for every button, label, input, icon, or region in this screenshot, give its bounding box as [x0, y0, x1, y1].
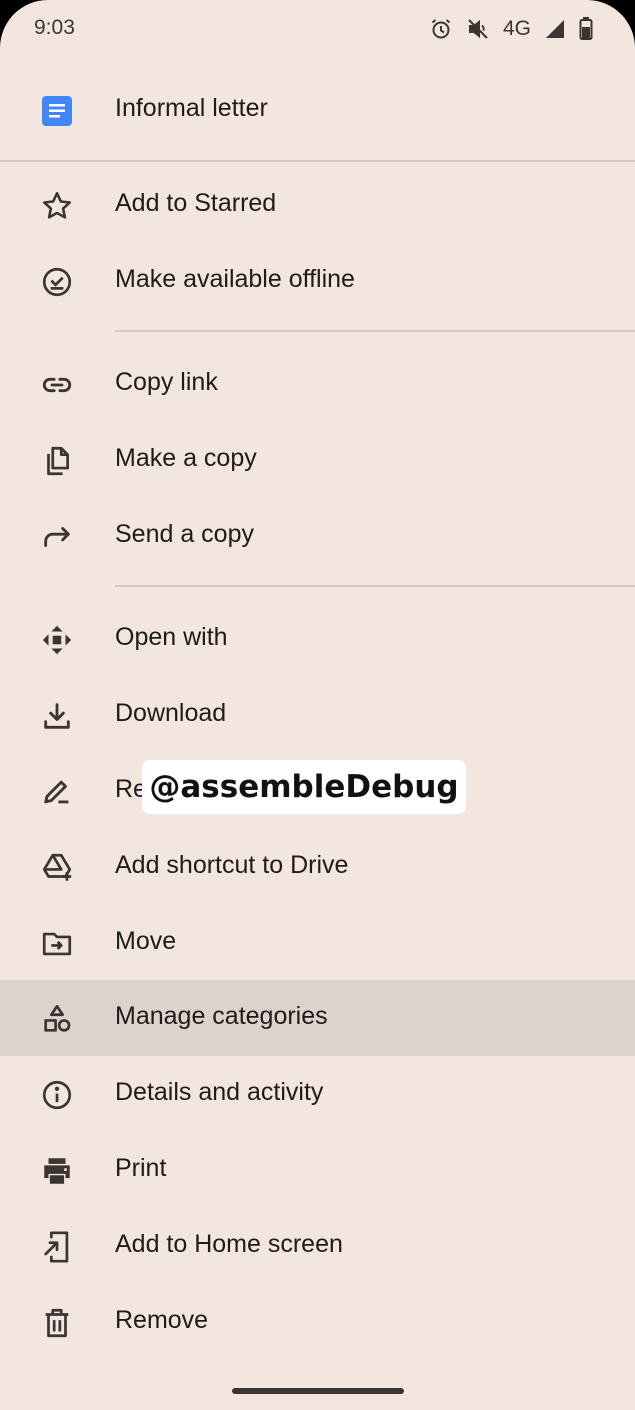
menu-label: Add shortcut to Drive: [115, 851, 349, 879]
menu-item-add-to-starred[interactable]: Add to Starred: [0, 167, 635, 243]
header-divider: [0, 160, 635, 162]
menu-label: Add to Starred: [115, 189, 277, 217]
menu-item-make-available-offline[interactable]: Make available offline: [0, 243, 635, 319]
menu-item-send-a-copy[interactable]: Send a copy: [0, 498, 635, 574]
menu-label: Details and activity: [115, 1078, 324, 1106]
menu-label: Manage categories: [115, 1002, 328, 1030]
print-icon: [40, 1154, 74, 1188]
status-icons: 4G: [429, 15, 593, 43]
menu-label: Make available offline: [115, 265, 355, 293]
menu-item-print[interactable]: Print: [0, 1132, 635, 1208]
star-icon: [40, 189, 74, 223]
menu-item-copy-link[interactable]: Copy link: [0, 346, 635, 422]
drive-add-icon: [40, 851, 74, 885]
menu-label: Print: [115, 1154, 167, 1182]
google-docs-icon: [42, 96, 72, 126]
categories-icon: [40, 1002, 74, 1036]
status-time: 9:03: [34, 16, 75, 39]
document-title: Informal letter: [115, 94, 268, 122]
section-divider: [115, 585, 635, 587]
home-indicator[interactable]: [232, 1388, 404, 1394]
alarm-icon: [429, 17, 453, 41]
download-icon: [40, 699, 74, 733]
menu-label: Download: [115, 699, 227, 727]
menu-item-remove[interactable]: Remove: [0, 1284, 635, 1360]
menu-label: Remove: [115, 1306, 209, 1334]
watermark-overlay: @assembleDebug: [142, 760, 466, 814]
mute-icon: [466, 17, 490, 41]
copy-icon: [40, 444, 74, 478]
menu-label: Open with: [115, 623, 228, 651]
trash-icon: [40, 1306, 74, 1340]
menu-label: Make a copy: [115, 444, 257, 472]
network-type: 4G: [502, 17, 531, 40]
menu-item-add-shortcut-to-drive[interactable]: Add shortcut to Drive: [0, 829, 635, 905]
sheet-header: Informal letter: [0, 68, 635, 152]
bottom-sheet-screen: 9:03 4G Informal letter Add to Starred M…: [0, 0, 635, 1410]
offline-check-icon: [40, 265, 74, 299]
status-bar: 9:03 4G: [0, 0, 635, 58]
signal-icon: [544, 18, 566, 40]
menu-label: Move: [115, 927, 177, 955]
menu-label: Add to Home screen: [115, 1230, 343, 1258]
move-folder-icon: [40, 927, 74, 961]
menu-item-manage-categories[interactable]: Manage categories: [0, 980, 635, 1056]
menu-item-open-with[interactable]: Open with: [0, 601, 635, 677]
share-arrow-icon: [40, 520, 74, 554]
menu-label: Send a copy: [115, 520, 254, 548]
menu-item-add-to-home-screen[interactable]: Add to Home screen: [0, 1208, 635, 1284]
menu-item-make-a-copy[interactable]: Make a copy: [0, 422, 635, 498]
rename-pencil-icon: [40, 775, 74, 809]
link-icon: [40, 368, 74, 402]
menu-label: Copy link: [115, 368, 218, 396]
info-icon: [40, 1078, 74, 1112]
battery-icon: [579, 17, 593, 41]
menu-item-details-and-activity[interactable]: Details and activity: [0, 1056, 635, 1132]
menu-item-move[interactable]: Move: [0, 905, 635, 981]
section-divider: [115, 330, 635, 332]
open-with-icon: [40, 623, 74, 657]
menu-item-download[interactable]: Download: [0, 677, 635, 753]
add-to-home-icon: [40, 1230, 74, 1264]
